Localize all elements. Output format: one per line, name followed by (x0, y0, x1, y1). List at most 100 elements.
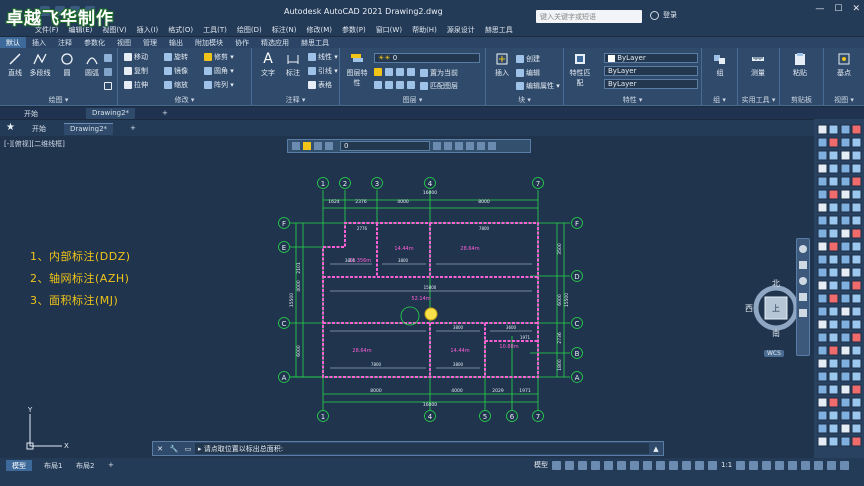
layer-walk-icon[interactable] (407, 81, 415, 89)
palette-tool-icon[interactable] (817, 150, 828, 161)
isolate-objects-icon[interactable] (801, 460, 811, 470)
palette-tool-icon[interactable] (840, 293, 851, 304)
steering-wheel-icon[interactable] (799, 245, 807, 253)
palette-tool-icon[interactable] (828, 306, 839, 317)
insert-block-button[interactable]: 插入 (490, 52, 514, 78)
palette-tool-icon[interactable] (817, 189, 828, 200)
palette-tool-icon[interactable] (840, 319, 851, 330)
navcube-north[interactable]: 北 (772, 278, 780, 289)
grid-icon[interactable] (552, 460, 561, 470)
tab-output[interactable]: 输出 (163, 37, 189, 48)
palette-tool-icon[interactable] (817, 410, 828, 421)
zoom-icon[interactable] (799, 277, 807, 285)
infer-icon[interactable] (578, 460, 587, 470)
palette-tool-icon[interactable] (840, 332, 851, 343)
line-button[interactable]: 直线 (3, 52, 27, 78)
layer-properties-button[interactable]: 图层特性 (344, 52, 370, 88)
leader-button[interactable]: 引线 ▾ (308, 66, 338, 76)
palette-tool-icon[interactable] (828, 215, 839, 226)
palette-tool-icon[interactable] (851, 163, 862, 174)
menu-modify[interactable]: 修改(M) (301, 24, 337, 36)
palette-tool-icon[interactable] (817, 137, 828, 148)
lineweight-icon[interactable] (669, 460, 678, 470)
edit-attr-button[interactable]: 编辑属性 ▾ (516, 81, 560, 91)
navcube-top[interactable]: 上 (772, 303, 780, 314)
palette-tool-icon[interactable] (828, 228, 839, 239)
doc-tab-drawing2[interactable]: Drawing2* (64, 123, 114, 135)
rectangle-icon[interactable] (104, 82, 112, 90)
menu-parametric[interactable]: 参数(P) (337, 24, 371, 36)
palette-tool-icon[interactable] (828, 267, 839, 278)
ortho-icon[interactable] (604, 460, 613, 470)
palette-tool-icon[interactable] (828, 254, 839, 265)
command-close-icon[interactable]: ✕ (153, 445, 167, 453)
palette-tool-icon[interactable] (851, 410, 862, 421)
drawing-canvas[interactable]: [-][俯视][二维线框] 0 1、内部标注(DDZ) 2、轴网标注(AZH) … (0, 136, 814, 458)
doc-tab-start[interactable]: 开始 (26, 123, 52, 135)
star-icon[interactable]: ★ (6, 122, 15, 133)
palette-tool-icon[interactable] (840, 176, 851, 187)
palette-tool-icon[interactable] (817, 254, 828, 265)
palette-tool-icon[interactable] (817, 124, 828, 135)
orbit-icon[interactable] (799, 293, 807, 301)
palette-tool-icon[interactable] (828, 319, 839, 330)
palette-tool-icon[interactable] (828, 137, 839, 148)
palette-tool-icon[interactable] (840, 436, 851, 447)
copy-button[interactable]: 复制 (124, 66, 148, 76)
scale-button[interactable]: 缩放 (164, 80, 188, 90)
palette-tool-icon[interactable] (817, 358, 828, 369)
annotation-monitor-icon[interactable] (749, 460, 759, 470)
command-history-icon[interactable]: ▭ (181, 445, 195, 453)
status-model-label[interactable]: 模型 (534, 460, 548, 470)
palette-tool-icon[interactable] (851, 280, 862, 291)
isodraft-icon[interactable] (630, 460, 639, 470)
palette-tool-icon[interactable] (840, 189, 851, 200)
palette-tool-icon[interactable] (840, 345, 851, 356)
tab-addins[interactable]: 附加模块 (189, 37, 229, 48)
file-tab-start[interactable]: 开始 (18, 108, 44, 119)
lock-ui-icon[interactable] (788, 460, 798, 470)
palette-tool-icon[interactable] (817, 228, 828, 239)
palette-tool-icon[interactable] (828, 241, 839, 252)
dynamic-input-icon[interactable] (591, 460, 600, 470)
edit-block-button[interactable]: 编辑 (516, 68, 540, 78)
palette-tool-icon[interactable] (840, 228, 851, 239)
array-button[interactable]: 阵列 ▾ (204, 80, 234, 90)
palette-tool-icon[interactable] (817, 384, 828, 395)
units-icon[interactable] (762, 460, 772, 470)
layer-freeze-icon[interactable] (385, 68, 393, 76)
palette-tool-icon[interactable] (851, 176, 862, 187)
pan-icon[interactable] (799, 261, 807, 269)
menu-draw[interactable]: 绘图(D) (232, 24, 267, 36)
palette-tool-icon[interactable] (851, 124, 862, 135)
tab-insert[interactable]: 插入 (26, 37, 52, 48)
palette-tool-icon[interactable] (840, 371, 851, 382)
palette-tool-icon[interactable] (828, 397, 839, 408)
palette-tool-icon[interactable] (817, 423, 828, 434)
palette-tool-icon[interactable] (817, 397, 828, 408)
navcube-west[interactable]: 西 (745, 303, 753, 314)
mirror-button[interactable]: 镜像 (164, 66, 188, 76)
palette-tool-icon[interactable] (817, 176, 828, 187)
palette-tool-icon[interactable] (851, 319, 862, 330)
group-button[interactable]: 组 (708, 52, 732, 78)
make-current-button[interactable]: 置为当前 (420, 68, 458, 78)
maximize-button[interactable]: ☐ (834, 4, 842, 14)
palette-tool-icon[interactable] (828, 280, 839, 291)
hardware-acceleration-icon[interactable] (814, 460, 824, 470)
login-button[interactable]: 登录 (650, 10, 677, 20)
palette-tool-icon[interactable] (851, 384, 862, 395)
palette-tool-icon[interactable] (817, 371, 828, 382)
minimize-button[interactable]: — (815, 4, 824, 14)
floor-plan[interactable]: 1 2 3 4 7 1 4 5 6 7 F E C A F D C B A 16… (0, 136, 814, 458)
tool-palette-icons[interactable] (814, 119, 864, 458)
palette-tool-icon[interactable] (851, 215, 862, 226)
palette-tool-icon[interactable] (817, 306, 828, 317)
palette-tool-icon[interactable] (828, 150, 839, 161)
color-dropdown[interactable]: ByLayer (604, 53, 698, 63)
layer-unlock-icon[interactable] (396, 81, 404, 89)
scale-label[interactable]: 1:1 (721, 461, 732, 469)
layout-tab-layout1[interactable]: 布局1 (38, 460, 68, 471)
menu-tools[interactable]: 工具(T) (198, 24, 232, 36)
tab-featured[interactable]: 精选应用 (255, 37, 295, 48)
